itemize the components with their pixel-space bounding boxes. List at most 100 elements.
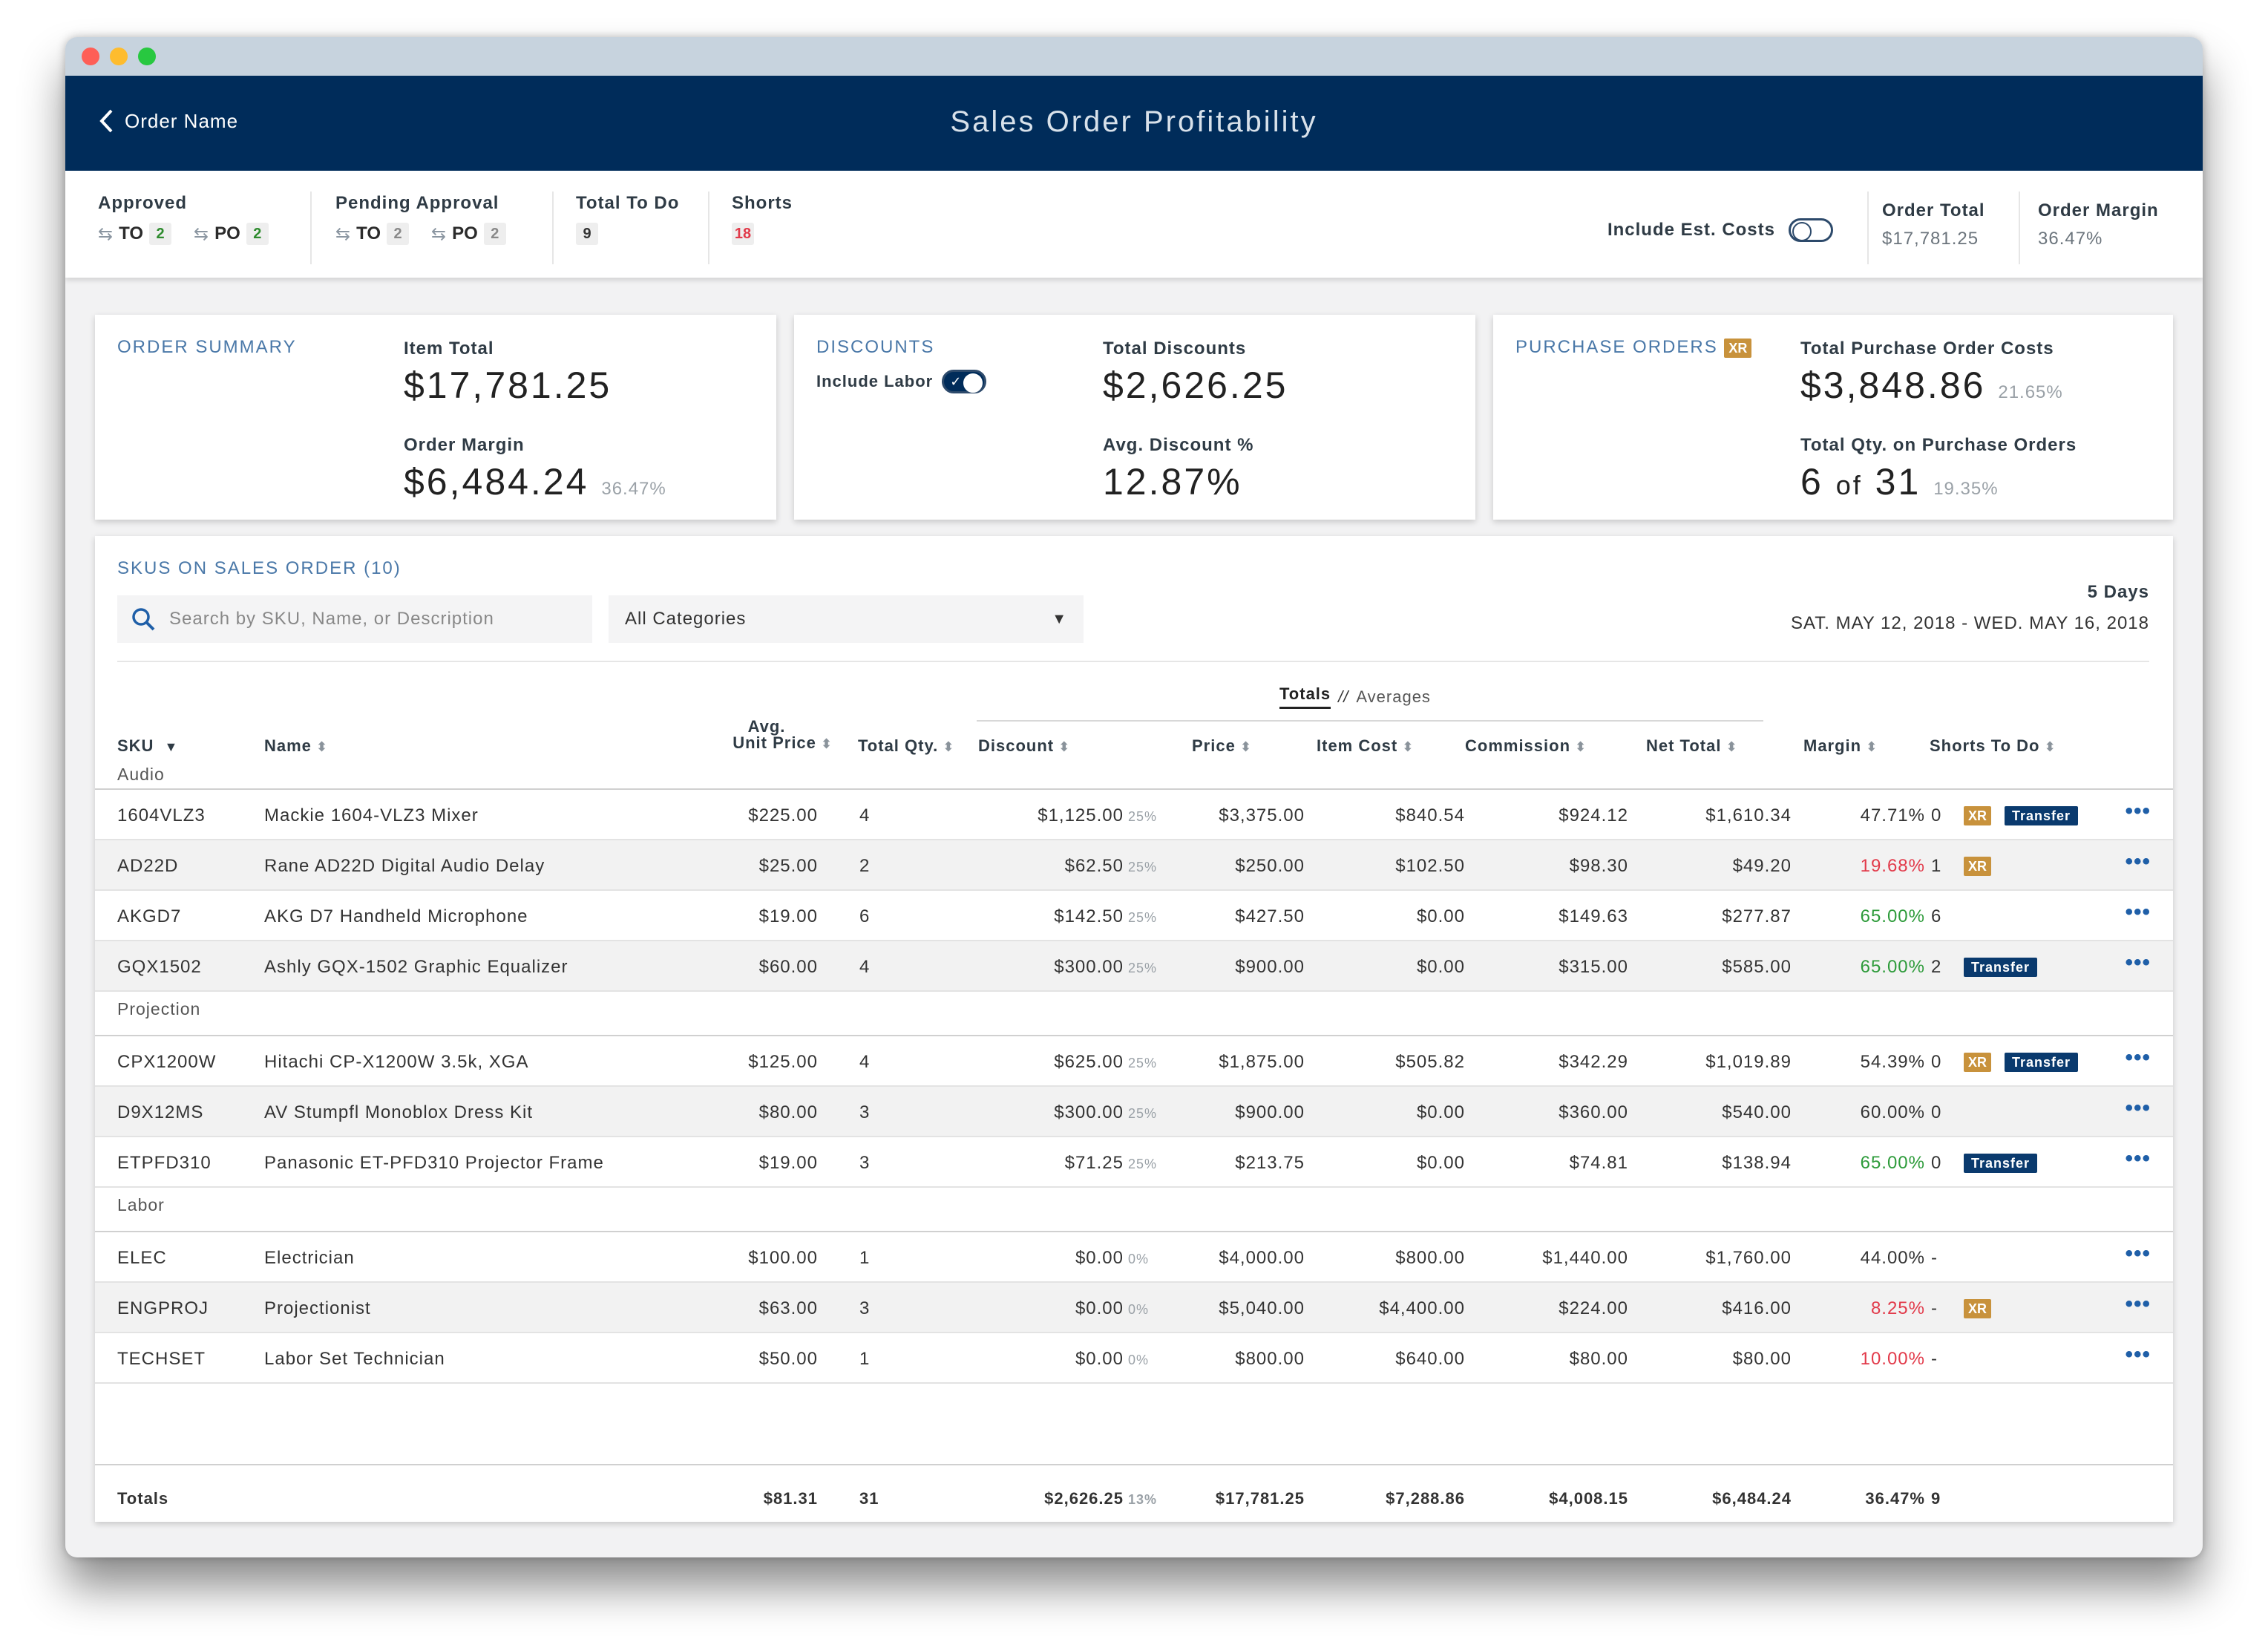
table-row[interactable]: CPX1200W Hitachi CP-X1200W 3.5k, XGA $125.… bbox=[95, 1036, 2173, 1087]
more-actions-icon[interactable]: ••• bbox=[2125, 1241, 2151, 1266]
discount-cell: $625.00 25% bbox=[911, 1053, 1158, 1073]
discount-value: $0.00 bbox=[1075, 1298, 1124, 1318]
discount-value: $1,125.00 bbox=[1038, 805, 1124, 825]
pending-label: Pending Approval bbox=[335, 193, 499, 213]
net-total-cell: $585.00 bbox=[1722, 957, 1792, 977]
item-cost-cell: $102.50 bbox=[1395, 856, 1465, 876]
col-header-unit-price[interactable]: Avg. Unit Price ⬍ bbox=[671, 719, 833, 752]
unit-price-cell: $60.00 bbox=[758, 957, 818, 977]
xr-badge[interactable]: XR bbox=[1964, 1299, 1992, 1318]
divider bbox=[117, 661, 2149, 662]
purchase-orders-title-text: PURCHASE ORDERS bbox=[1515, 337, 1718, 357]
more-actions-icon[interactable]: ••• bbox=[2125, 900, 2151, 925]
include-labor-toggle[interactable]: ✓ bbox=[942, 370, 987, 393]
col-header-item-cost[interactable]: Item Cost ⬍ bbox=[1317, 738, 1414, 755]
col-header-margin[interactable]: Margin ⬍ bbox=[1803, 738, 1878, 755]
discount-pct: 25% bbox=[1128, 961, 1158, 975]
table-row[interactable]: TECHSET Labor Set Technician $50.00 1 $0.00 0… bbox=[95, 1333, 2173, 1384]
table-row[interactable]: GQX1502 Ashly GQX-1502 Graphic Equalizer $… bbox=[95, 941, 2173, 992]
col-header-commission[interactable]: Commission ⬍ bbox=[1465, 738, 1587, 755]
more-actions-icon[interactable]: ••• bbox=[2125, 849, 2151, 874]
discount-value: $300.00 bbox=[1054, 957, 1124, 977]
table-row[interactable]: ELEC Electrician $100.00 1 $0.00 0% $4,000.00 $… bbox=[95, 1232, 2173, 1283]
category-select-value: All Categories bbox=[625, 609, 747, 629]
transfer-button[interactable]: Transfer bbox=[2005, 1053, 2079, 1072]
table-row[interactable]: AKGD7 AKG D7 Handheld Microphone $19.00 6 $1… bbox=[95, 891, 2173, 941]
sku-cell: CPX1200W bbox=[117, 1052, 217, 1072]
search-input[interactable] bbox=[169, 609, 570, 630]
more-actions-icon[interactable]: ••• bbox=[2125, 950, 2151, 975]
col-header-discount[interactable]: Discount ⬍ bbox=[978, 738, 1070, 755]
more-actions-icon[interactable]: ••• bbox=[2125, 1045, 2151, 1070]
close-window-button[interactable] bbox=[82, 48, 99, 65]
table-row[interactable]: ETPFD310 Panasonic ET-PFD310 Projector Fr… bbox=[95, 1137, 2173, 1188]
table-row[interactable]: D9X12MS AV Stumpfl Monoblox Dress Kit $80.… bbox=[95, 1087, 2173, 1137]
table-row[interactable]: ENGPROJ Projectionist $63.00 3 $0.00 0% $5,040… bbox=[95, 1283, 2173, 1333]
more-actions-icon[interactable]: ••• bbox=[2125, 799, 2151, 824]
totals-shorts: 9 bbox=[1931, 1489, 1941, 1508]
transfer-button[interactable]: Transfer bbox=[1964, 1154, 2038, 1173]
item-cost-cell: $640.00 bbox=[1395, 1349, 1465, 1369]
avg-discount-value: 12.87% bbox=[1103, 461, 1242, 503]
minimize-window-button[interactable] bbox=[110, 48, 128, 65]
more-actions-icon[interactable]: ••• bbox=[2125, 1096, 2151, 1121]
col-header-shorts[interactable]: Shorts To Do ⬍ bbox=[1930, 738, 2056, 755]
shorts-cell: 0 XR Transfer bbox=[1931, 806, 2079, 825]
table-row[interactable]: AD22D Rane AD22D Digital Audio Delay $25.0… bbox=[95, 840, 2173, 891]
skus-title: SKUS ON SALES ORDER (10) bbox=[117, 558, 402, 578]
xr-badge[interactable]: XR bbox=[1964, 857, 1992, 876]
col-header-shorts-label: Shorts To Do bbox=[1930, 736, 2040, 755]
net-total-cell: $1,760.00 bbox=[1705, 1248, 1792, 1268]
sort-icon: ⬍ bbox=[1058, 739, 1071, 754]
shorts-cell: 0 bbox=[1931, 1103, 1950, 1122]
col-header-total-qty[interactable]: Total Qty. ⬍ bbox=[858, 738, 954, 755]
col-header-price[interactable]: Price ⬍ bbox=[1192, 738, 1252, 755]
col-header-sku[interactable]: SKU ▼ bbox=[117, 738, 178, 755]
approved-po-count: 2 bbox=[246, 223, 269, 245]
net-total-cell: $540.00 bbox=[1722, 1102, 1792, 1122]
shorts-group[interactable]: Shorts 18 bbox=[732, 193, 793, 245]
discount-value: $62.50 bbox=[1064, 856, 1124, 876]
xr-badge[interactable]: XR bbox=[1964, 806, 1992, 825]
commission-cell: $74.81 bbox=[1569, 1153, 1628, 1173]
sku-cell: AKGD7 bbox=[117, 906, 182, 926]
todo-group[interactable]: Total To Do 9 bbox=[576, 193, 679, 245]
app-header: Order Name Sales Order Profitability bbox=[65, 76, 2203, 171]
pending-group[interactable]: Pending Approval ⇆ TO 2 ⇆ PO 2 bbox=[335, 193, 522, 245]
tab-averages[interactable]: Averages bbox=[1356, 687, 1431, 707]
divider bbox=[552, 192, 554, 264]
more-actions-icon[interactable]: ••• bbox=[2125, 1146, 2151, 1171]
table-row[interactable]: 1604VLZ3 Mackie 1604-VLZ3 Mixer $225.00 4 $1… bbox=[95, 790, 2173, 840]
margin-cell: 10.00% bbox=[1860, 1349, 1925, 1369]
col-header-name[interactable]: Name ⬍ bbox=[264, 738, 328, 755]
transfer-button[interactable]: Transfer bbox=[1964, 958, 2038, 977]
transfer-button[interactable]: Transfer bbox=[2005, 806, 2079, 825]
discount-pct: 0% bbox=[1128, 1252, 1150, 1266]
order-margin-value: 36.47% bbox=[2038, 229, 2103, 249]
qty-cell: 4 bbox=[859, 1052, 871, 1072]
col-header-total-qty-label: Total Qty. bbox=[858, 736, 939, 755]
check-icon: ✓ bbox=[950, 374, 963, 389]
shorts-cell: 2 Transfer bbox=[1931, 957, 2038, 977]
qty-cell: 1 bbox=[859, 1349, 871, 1369]
col-header-margin-label: Margin bbox=[1803, 736, 1862, 755]
xr-badge[interactable]: XR bbox=[1964, 1053, 1992, 1072]
discount-cell: $1,125.00 25% bbox=[911, 806, 1158, 826]
margin-cell: 19.68% bbox=[1860, 856, 1925, 876]
totals-commission: $4,008.15 bbox=[1549, 1489, 1628, 1508]
more-actions-icon[interactable]: ••• bbox=[2125, 1342, 2151, 1367]
price-cell: $213.75 bbox=[1235, 1153, 1305, 1173]
maximize-window-button[interactable] bbox=[138, 48, 156, 65]
window-titlebar bbox=[65, 37, 2203, 76]
more-actions-icon[interactable]: ••• bbox=[2125, 1292, 2151, 1317]
col-header-net-total[interactable]: Net Total ⬍ bbox=[1646, 738, 1738, 755]
include-est-costs-toggle[interactable] bbox=[1789, 218, 1833, 242]
unit-price-cell: $63.00 bbox=[758, 1298, 818, 1318]
to-label: TO bbox=[356, 223, 381, 243]
todo-count: 9 bbox=[576, 223, 598, 245]
category-select[interactable]: All Categories ▼ bbox=[609, 595, 1084, 643]
approved-group[interactable]: Approved ⇆ TO 2 ⇆ PO 2 bbox=[98, 193, 285, 245]
tab-totals[interactable]: Totals bbox=[1279, 684, 1331, 709]
shorts-value: 2 bbox=[1931, 957, 1942, 977]
shorts-value: - bbox=[1931, 1298, 1938, 1318]
